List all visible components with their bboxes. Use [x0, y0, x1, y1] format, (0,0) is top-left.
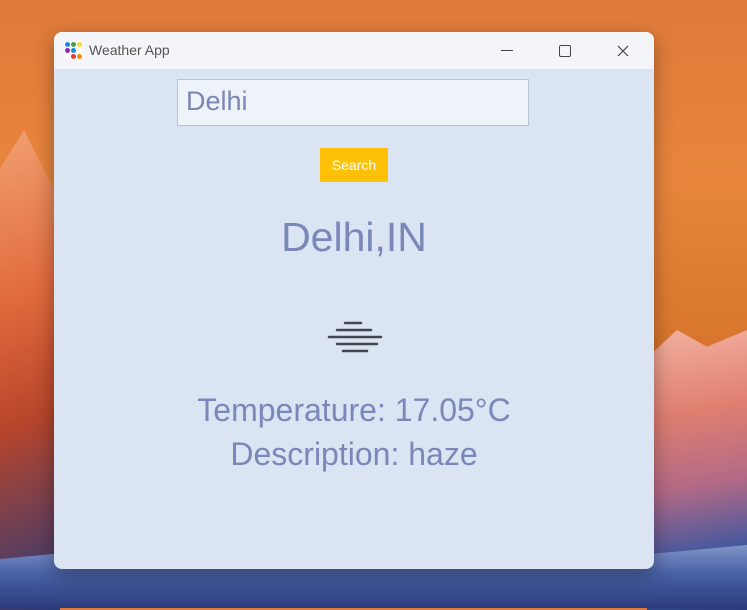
temperature-text: Temperature: 17.05°C [197, 392, 511, 428]
window-title: Weather App [89, 42, 170, 58]
city-search-input[interactable]: Delhi [177, 79, 529, 126]
weather-app-window: Weather App Delhi Search Delhi,IN Temper… [54, 32, 654, 569]
minimize-icon [501, 50, 513, 51]
close-button[interactable] [600, 32, 646, 69]
maximize-icon [559, 44, 571, 57]
close-icon [617, 45, 629, 56]
wallpaper-mountain-left [0, 130, 60, 610]
minimize-button[interactable] [484, 32, 530, 69]
search-button[interactable]: Search [320, 148, 388, 182]
maximize-button[interactable] [542, 32, 588, 69]
haze-icon [327, 321, 383, 353]
title-bar[interactable]: Weather App [54, 32, 654, 69]
app-dots-icon [64, 41, 82, 59]
main-content: Delhi Search Delhi,IN Temperature: 17.05… [54, 69, 654, 569]
city-name: Delhi,IN [281, 214, 427, 260]
description-text: Description: haze [230, 436, 478, 472]
